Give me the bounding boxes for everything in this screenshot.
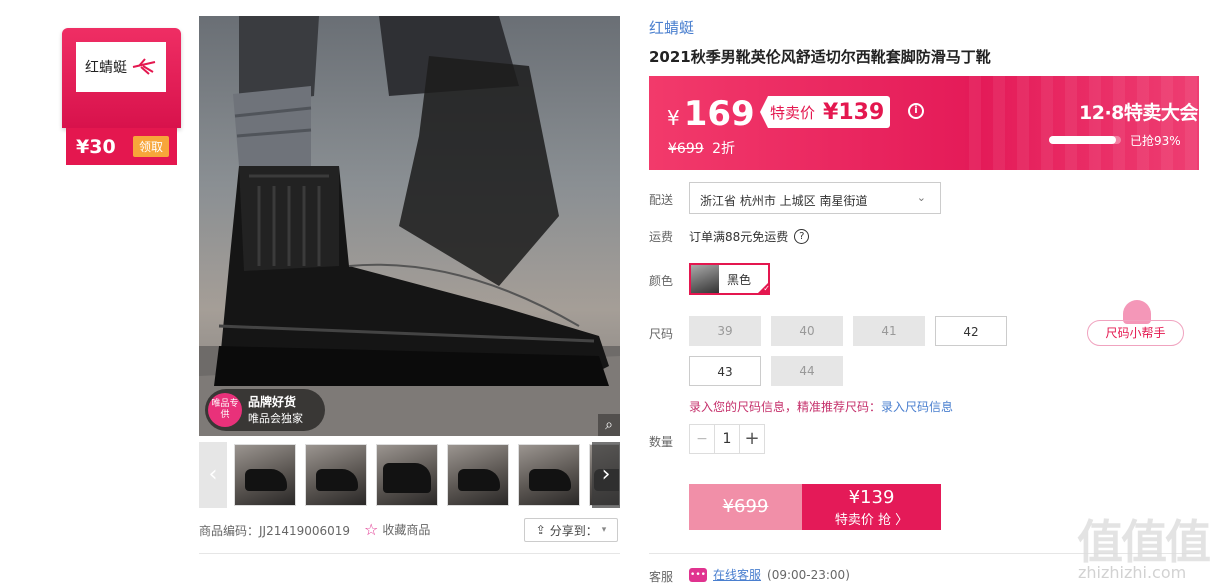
special-price-label: 特卖价 [770, 103, 816, 122]
sold-progress-fill [1049, 136, 1116, 144]
share-icon: ⇪ [535, 523, 546, 537]
original-price: ¥699 [668, 141, 704, 157]
thumbnail[interactable] [376, 444, 438, 506]
color-option-black[interactable]: 黑色 ✓ [689, 263, 770, 295]
dragonfly-icon [132, 58, 156, 75]
size-label: 尺码 [649, 327, 674, 341]
price-banner: ¥ 169 特卖价 ¥139 i ¥699 2折 12·8特卖大会 已抢93% [649, 76, 1199, 170]
color-label: 颜色 [649, 274, 674, 288]
coupon-header: 红蜻蜓 [62, 28, 181, 128]
thumbnail-strip: ‹ › [199, 442, 620, 508]
discount-text: 2折 [712, 141, 736, 157]
magnifier-icon[interactable]: ⌕ [598, 414, 620, 436]
shipping-fee: 订单满88元免运费 ? [689, 228, 810, 245]
checkmark-icon: ✓ [756, 281, 770, 295]
brand-logo-text: 红蜻蜓 [85, 60, 127, 76]
buy-button[interactable]: ¥699 ¥139 特卖价 抢 〉 [689, 484, 941, 530]
service-hours: (09:00-23:00) [767, 567, 850, 582]
vip-logo: 唯品专供 [208, 393, 242, 427]
product-page: 红蜻蜓 ¥30 领取 唯品专供 品牌好货 唯品会独家 ⌕ ‹ › 商品编码：JJ… [0, 0, 1226, 588]
main-product-image[interactable] [199, 16, 620, 436]
brand-logo: 红蜻蜓 [76, 42, 166, 92]
size-option-39: 39 [689, 316, 761, 346]
boot-photo [199, 16, 620, 436]
color-swatch [691, 265, 719, 293]
quantity-value[interactable]: 1 [715, 425, 739, 453]
size-info-row: 录入您的尺码信息，精准推荐尺码：录入尺码信息 [689, 398, 953, 415]
fee-label: 运费 [649, 230, 674, 244]
brand-link[interactable]: 红蜻蜓 [649, 17, 694, 38]
product-code: 商品编码：JJ21419006019 [199, 524, 351, 538]
size-helper-button[interactable]: 尺码小帮手 [1087, 320, 1184, 346]
online-service-link[interactable]: 在线客服 [713, 566, 761, 583]
divider [199, 553, 620, 554]
fee-text: 订单满88元免运费 [689, 230, 789, 244]
customer-service: ••• 在线客服 (09:00-23:00) [689, 566, 850, 583]
sale-event-title: 12·8特卖大会 [1079, 102, 1198, 124]
shipping-address-select[interactable]: 浙江省 杭州市 上城区 南星街道 ⌄ [689, 182, 941, 214]
quantity-stepper: − 1 + [689, 424, 765, 454]
caret-down-icon: ▾ [601, 525, 607, 535]
coupon-get-button[interactable]: 领取 [132, 136, 169, 157]
badge-line-1: 品牌好货 [248, 394, 297, 409]
buy-original-price: ¥699 [689, 484, 802, 530]
chevron-right-icon[interactable]: › [592, 442, 620, 508]
chevron-down-icon: ⌄ [916, 191, 926, 204]
size-option-43[interactable]: 43 [689, 356, 761, 386]
size-option-44: 44 [771, 356, 843, 386]
quantity-plus-button[interactable]: + [739, 425, 764, 453]
product-meta: 商品编码：JJ21419006019 ☆ 收藏商品 ⇪ 分享到： ▾ [199, 516, 620, 544]
question-icon[interactable]: ? [794, 229, 810, 244]
color-name: 黑色 [727, 272, 752, 287]
star-icon: ☆ [364, 520, 379, 539]
coupon-amount: ¥30 [76, 135, 116, 158]
chevron-left-icon[interactable]: ‹ [199, 442, 227, 508]
original-price-row: ¥699 2折 [668, 138, 735, 158]
favorite-label: 收藏商品 [382, 523, 431, 537]
buy-special-price: ¥139 特卖价 抢 〉 [802, 484, 941, 530]
price-value: 169 [683, 94, 755, 134]
product-title: 2021秋季男靴英伦风舒适切尔西靴套脚防滑马丁靴 [649, 48, 991, 66]
thumbnail[interactable] [305, 444, 367, 506]
share-dropdown[interactable]: ⇪ 分享到： ▾ [524, 518, 618, 542]
brand-coupon[interactable]: 红蜻蜓 ¥30 领取 [62, 28, 181, 165]
badge-text: 品牌好货 唯品会独家 [248, 394, 303, 427]
size-option-40: 40 [771, 316, 843, 346]
buy-action-label: 特卖价 抢 〉 [834, 513, 909, 528]
watermark-site: zhizhizhi.com [1078, 563, 1187, 582]
vip-exclusive-badge: 唯品专供 品牌好货 唯品会独家 [205, 389, 325, 431]
size-info-link[interactable]: 录入尺码信息 [881, 400, 953, 414]
shipping-address: 浙江省 杭州市 上城区 南星街道 [700, 194, 868, 208]
sold-percent: 已抢93% [1130, 134, 1181, 148]
thumbnail[interactable] [447, 444, 509, 506]
buy-original-price-text: ¥699 [722, 496, 769, 517]
coupon-footer: ¥30 领取 [66, 128, 177, 165]
currency-symbol: ¥ [667, 106, 680, 130]
shipping-label: 配送 [649, 193, 674, 207]
thumbnail[interactable] [234, 444, 296, 506]
service-label: 客服 [649, 570, 674, 584]
size-option-42[interactable]: 42 [935, 316, 1007, 346]
chat-icon: ••• [689, 567, 707, 582]
badge-line-2: 唯品会独家 [248, 411, 303, 425]
buy-price: ¥139 [848, 487, 895, 508]
info-icon[interactable]: i [908, 103, 924, 119]
size-info-text: 录入您的尺码信息，精准推荐尺码： [689, 400, 882, 414]
share-label: 分享到： [549, 523, 598, 538]
thumbnail[interactable] [518, 444, 580, 506]
special-price-tag: 特卖价 ¥139 [760, 96, 891, 128]
size-option-41: 41 [853, 316, 925, 346]
special-price-value: ¥139 [823, 99, 885, 125]
quantity-minus-button[interactable]: − [690, 425, 715, 453]
sold-progress-bar [1049, 136, 1121, 144]
favorite-button[interactable]: ☆ 收藏商品 [364, 520, 430, 539]
current-price: ¥ 169 [667, 94, 755, 134]
quantity-label: 数量 [649, 435, 674, 449]
